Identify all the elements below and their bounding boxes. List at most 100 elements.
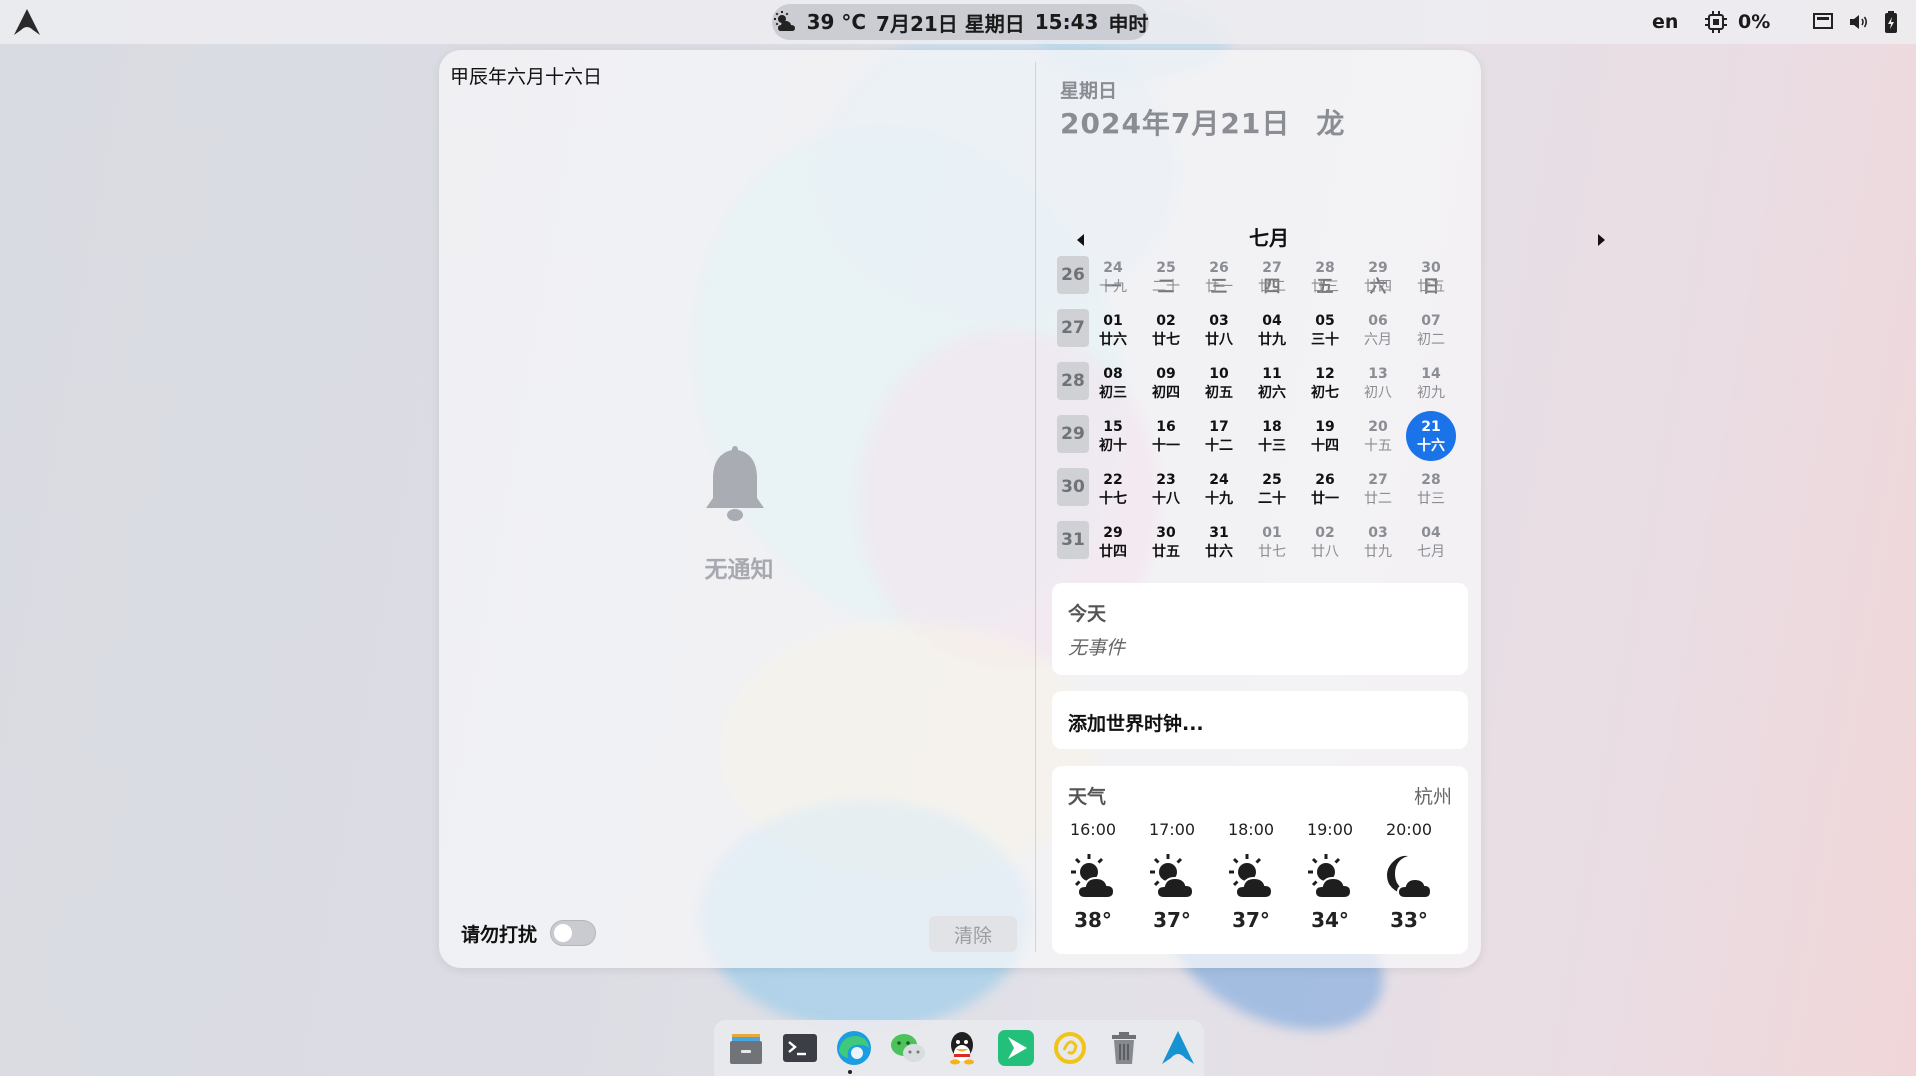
- day-number: 01: [1103, 313, 1123, 329]
- lunar-day: 初七: [1311, 385, 1339, 401]
- calendar-day[interactable]: 13 初八: [1353, 365, 1403, 411]
- no-notifications-text: 无通知: [704, 557, 774, 583]
- day-number: 11: [1262, 366, 1282, 382]
- day-number: 03: [1209, 313, 1229, 329]
- volume-icon[interactable]: [1848, 12, 1870, 32]
- calendar-day[interactable]: 29 廿四: [1353, 259, 1403, 305]
- month-title: 七月: [1249, 226, 1289, 250]
- day-number: 22: [1103, 472, 1123, 488]
- calendar-day[interactable]: 29 廿四: [1088, 524, 1138, 570]
- file-manager-icon[interactable]: [726, 1028, 766, 1068]
- day-number: 17: [1209, 419, 1229, 435]
- keyboard-layout-label: en: [1652, 11, 1679, 33]
- week-number: 26: [1057, 256, 1089, 294]
- lunar-day: 廿一: [1311, 491, 1339, 507]
- calendar-day-today[interactable]: 21 十六: [1406, 418, 1456, 464]
- calendar-day[interactable]: 03 廿九: [1353, 524, 1403, 570]
- lunar-day: 六月: [1364, 332, 1392, 348]
- calendar-day[interactable]: 19 十四: [1300, 418, 1350, 464]
- do-not-disturb-toggle[interactable]: [550, 920, 596, 946]
- weather-city: 杭州: [1413, 786, 1452, 808]
- day-number: 24: [1103, 260, 1123, 276]
- lunar-day: 十七: [1099, 491, 1127, 507]
- calendar-day[interactable]: 28 廿三: [1406, 471, 1456, 517]
- day-number: 09: [1156, 366, 1176, 382]
- calendar-day[interactable]: 02 廿七: [1141, 312, 1191, 358]
- lunar-day: 廿七: [1152, 332, 1180, 348]
- events-empty-text: 无事件: [1068, 637, 1126, 659]
- calendar-day[interactable]: 05 三十: [1300, 312, 1350, 358]
- calendar-day[interactable]: 04 七月: [1406, 524, 1456, 570]
- calendar-day[interactable]: 04 廿九: [1247, 312, 1297, 358]
- network-icon[interactable]: [1812, 12, 1834, 32]
- calendar-day[interactable]: 30 廿五: [1406, 259, 1456, 305]
- lunar-day: 廿六: [1205, 544, 1233, 560]
- add-world-clock-card[interactable]: 添加世界时钟...: [1052, 691, 1468, 749]
- lunar-day: 廿五: [1417, 279, 1445, 295]
- clock-shichen: 申时: [1108, 11, 1149, 36]
- calendar-day[interactable]: 18 十三: [1247, 418, 1297, 464]
- calendar-day[interactable]: 01 廿六: [1088, 312, 1138, 358]
- trash-icon[interactable]: [1104, 1028, 1144, 1068]
- arch-logo-icon[interactable]: [12, 8, 42, 36]
- calendar-day[interactable]: 07 初二: [1406, 312, 1456, 358]
- calendar-day[interactable]: 30 廿五: [1141, 524, 1191, 570]
- next-month-icon[interactable]: [1591, 230, 1611, 250]
- weather-hour: 19:00 34°: [1297, 820, 1363, 932]
- calendar-day[interactable]: 27 廿二: [1353, 471, 1403, 517]
- weather-hour-temp: 37°: [1153, 908, 1191, 932]
- day-number: 10: [1209, 366, 1229, 382]
- calendar-day[interactable]: 24 十九: [1088, 259, 1138, 305]
- calendar-day[interactable]: 22 十七: [1088, 471, 1138, 517]
- calendar-day[interactable]: 26 廿一: [1300, 471, 1350, 517]
- media-player-icon[interactable]: [996, 1028, 1036, 1068]
- calendar-day[interactable]: 09 初四: [1141, 365, 1191, 411]
- calendar-day[interactable]: 16 十一: [1141, 418, 1191, 464]
- calendar-day[interactable]: 23 十八: [1141, 471, 1191, 517]
- calendar-day[interactable]: 20 十五: [1353, 418, 1403, 464]
- calendar-day[interactable]: 10 初五: [1194, 365, 1244, 411]
- bell-icon: [706, 446, 764, 521]
- previous-month-icon[interactable]: [1071, 230, 1091, 250]
- calendar-day[interactable]: 25 二十: [1247, 471, 1297, 517]
- lunar-day: 廿二: [1364, 491, 1392, 507]
- calendar-day[interactable]: 25 二十: [1141, 259, 1191, 305]
- calendar-day[interactable]: 08 初三: [1088, 365, 1138, 411]
- notes-app-icon[interactable]: [1050, 1028, 1090, 1068]
- calendar-day[interactable]: 17 十二: [1194, 418, 1244, 464]
- weather-card[interactable]: 天气 杭州 16:00 38° 17:00 37° 18:00 37° 19:00 34° 20…: [1052, 766, 1468, 954]
- edge-browser-icon[interactable]: [834, 1028, 874, 1068]
- day-number: 02: [1156, 313, 1176, 329]
- day-number: 04: [1421, 525, 1441, 541]
- clock-widget[interactable]: 39 °C 7月21日 星期日 15:43 申时: [772, 4, 1149, 40]
- day-number: 25: [1262, 472, 1282, 488]
- calendar-day[interactable]: 28 廿三: [1300, 259, 1350, 305]
- day-number: 29: [1103, 525, 1123, 541]
- calendar-day[interactable]: 01 廿七: [1247, 524, 1297, 570]
- events-card[interactable]: 今天 无事件: [1052, 583, 1468, 675]
- calendar-day[interactable]: 14 初九: [1406, 365, 1456, 411]
- calendar-day[interactable]: 06 六月: [1353, 312, 1403, 358]
- qq-icon[interactable]: [942, 1028, 982, 1068]
- arch-launcher-icon[interactable]: [1158, 1028, 1198, 1068]
- clear-button[interactable]: 清除: [929, 916, 1017, 952]
- terminal-icon[interactable]: [780, 1028, 820, 1068]
- weather-hour-time: 17:00: [1148, 820, 1196, 839]
- calendar-day[interactable]: 24 十九: [1194, 471, 1244, 517]
- keyboard-layout[interactable]: en: [1652, 0, 1678, 44]
- day-number: 27: [1262, 260, 1282, 276]
- calendar-day[interactable]: 12 初七: [1300, 365, 1350, 411]
- weather-hour: 16:00 38°: [1060, 820, 1126, 932]
- weather-title: 天气: [1068, 786, 1107, 808]
- battery-icon[interactable]: [1884, 10, 1898, 34]
- calendar-day[interactable]: 02 廿八: [1300, 524, 1350, 570]
- calendar-day[interactable]: 15 初十: [1088, 418, 1138, 464]
- calendar-day[interactable]: 11 初六: [1247, 365, 1297, 411]
- cpu-monitor[interactable]: 0%: [1704, 0, 1770, 44]
- calendar-day[interactable]: 03 廿八: [1194, 312, 1244, 358]
- calendar-day[interactable]: 26 廿一: [1194, 259, 1244, 305]
- day-number: 03: [1368, 525, 1388, 541]
- wechat-icon[interactable]: [888, 1028, 928, 1068]
- calendar-day[interactable]: 27 廿二: [1247, 259, 1297, 305]
- calendar-day[interactable]: 31 廿六: [1194, 524, 1244, 570]
